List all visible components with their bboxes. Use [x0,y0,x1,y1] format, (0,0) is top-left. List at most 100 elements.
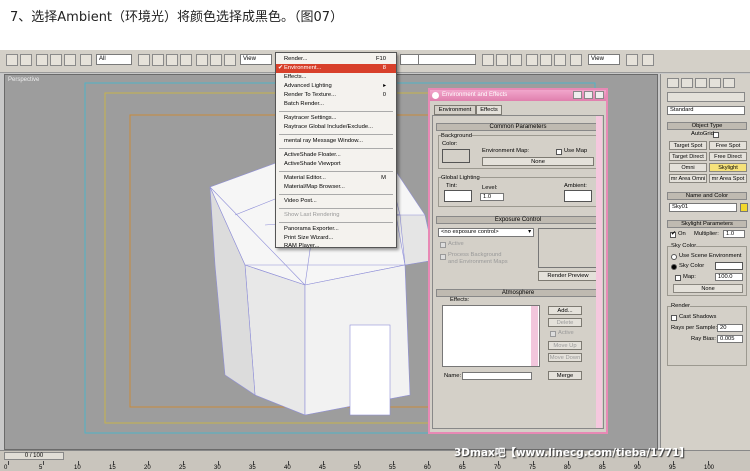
object-color-swatch[interactable] [740,203,748,212]
map-amount-spinner[interactable]: 100.0 [715,273,743,281]
omni-button[interactable]: Omni [669,163,707,172]
render-view-dropdown[interactable]: View [588,54,620,65]
free-spot-button[interactable]: Free Spot [709,141,747,150]
category-dropdown[interactable]: Standard [667,106,745,115]
atmosphere-effects-list[interactable] [442,305,540,367]
mr-area-spot-button[interactable]: mr Area Spot [709,174,747,183]
env-map-button[interactable]: None [482,157,594,166]
select-by-name-icon[interactable] [152,54,164,66]
rollout-atmosphere[interactable]: Atmosphere [436,289,600,297]
use-map-checkbox[interactable] [556,149,562,155]
menu-item-raytrace-include-exclude[interactable]: Raytrace Global Include/Exclude... [276,123,396,132]
menu-item-render-to-texture[interactable]: Render To Texture... 0 [276,91,396,100]
rollout-exposure-control[interactable]: Exposure Control [436,216,600,224]
teapot-render-icon[interactable] [642,54,654,66]
selection-filter-icon[interactable] [80,54,92,66]
selection-filter-dropdown[interactable]: All [96,54,132,65]
render-preview-button[interactable]: Render Preview [538,271,598,281]
mirror-icon[interactable] [482,54,494,66]
target-direct-button[interactable]: Target Direct [669,152,707,161]
bind-space-warp-icon[interactable] [64,54,76,66]
reference-coord-dropdown[interactable]: View [240,54,272,65]
menu-item-environment[interactable]: ✔ Environment... 8 [276,64,396,73]
sky-map-button[interactable]: None [673,284,743,293]
geometry-type-icons[interactable] [667,92,745,102]
display-tab-icon[interactable] [723,78,735,88]
ambient-color-swatch[interactable] [564,190,592,202]
quick-render-icon[interactable] [626,54,638,66]
modify-tab-icon[interactable] [681,78,693,88]
menu-item-material-browser[interactable]: Material/Map Browser... [276,183,396,192]
select-link-icon[interactable] [36,54,48,66]
align-icon[interactable] [496,54,508,66]
schematic-view-icon[interactable] [540,54,552,66]
cast-shadows-checkbox[interactable] [671,315,677,321]
menu-item-batch-render[interactable]: Batch Render... [276,100,396,109]
sky-color-radio[interactable] [671,264,677,270]
effect-name-field[interactable] [462,372,532,380]
select-move-icon[interactable] [196,54,208,66]
effects-label: Effects: [450,297,470,303]
menu-item-advanced-lighting[interactable]: Advanced Lighting ▸ [276,82,396,91]
minimize-icon[interactable] [573,91,582,99]
material-editor-icon[interactable] [554,54,566,66]
close-icon[interactable] [595,91,604,99]
select-scale-icon[interactable] [224,54,236,66]
menu-item-activeshade-viewport[interactable]: ActiveShade Viewport [276,160,396,169]
map-checkbox[interactable] [675,275,681,281]
menu-item-print-size-wizard[interactable]: Print Size Wizard... [276,234,396,243]
redo-icon[interactable] [20,54,32,66]
merge-button[interactable]: Merge [548,371,582,380]
multiplier-spinner[interactable]: 1.0 [723,230,745,238]
sky-color-swatch[interactable] [715,262,743,270]
rollout-name-and-color[interactable]: Name and Color [667,192,747,200]
background-color-swatch[interactable] [442,149,470,163]
select-rotate-icon[interactable] [210,54,222,66]
rect-selection-icon[interactable] [166,54,178,66]
unlink-icon[interactable] [50,54,62,66]
motion-tab-icon[interactable] [709,78,721,88]
on-checkbox[interactable]: ✔ [670,231,676,238]
track-bar[interactable]: 0 5 10 15 20 25 30 35 40 45 50 55 60 65 70 75 80 85 90 95 10… [0,461,750,471]
tab-environment[interactable]: Environment [434,105,476,115]
tab-effects[interactable]: Effects [476,105,502,115]
skylight-button[interactable]: Skylight [709,163,747,172]
curve-editor-icon[interactable] [526,54,538,66]
create-tab-icon[interactable] [667,78,679,88]
named-selection-set-dropdown[interactable] [418,54,476,65]
window-crossing-icon[interactable] [180,54,192,66]
menu-item-video-post[interactable]: Video Post... [276,197,396,206]
rollout-object-type[interactable]: Object Type [667,122,747,130]
ray-bias-spinner[interactable]: 0.005 [717,335,743,343]
object-name-field[interactable]: Sky01 [669,203,737,212]
menu-item-activeshade-floater[interactable]: ActiveShade Floater... [276,151,396,160]
menu-item-panorama-exporter[interactable]: Panorama Exporter... [276,225,396,234]
layer-manager-icon[interactable] [510,54,522,66]
autogrid-checkbox[interactable] [713,132,719,138]
tint-color-swatch[interactable] [444,190,472,202]
exposure-dropdown[interactable]: <no exposure control> ▾ [438,228,534,237]
rollout-skylight-parameters[interactable]: Skylight Parameters [667,220,747,228]
menu-item-effects[interactable]: Effects... [276,73,396,82]
mr-area-omni-button[interactable]: mr Area Omni [669,174,707,183]
free-direct-button[interactable]: Free Direct [709,152,747,161]
target-spot-button[interactable]: Target Spot [669,141,707,150]
effects-list-scrollbar[interactable] [531,306,538,366]
rays-per-sample-spinner[interactable]: 20 [717,324,743,332]
rollout-common-parameters[interactable]: Common Parameters [436,123,600,131]
hierarchy-tab-icon[interactable] [695,78,707,88]
level-spinner[interactable]: 1.0 [480,193,504,201]
undo-icon[interactable] [6,54,18,66]
use-scene-env-radio[interactable] [671,254,677,260]
menu-item-raytracer-settings[interactable]: Raytracer Settings... [276,114,396,123]
command-panel: Standard Object Type AutoGrid Target Spo… [660,74,750,450]
add-effect-button[interactable]: Add... [548,306,582,315]
frame-counter[interactable]: 0 / 100 [4,452,64,460]
menu-item-mental-ray-window[interactable]: mental ray Message Window... [276,137,396,146]
render-setup-icon[interactable] [570,54,582,66]
select-object-icon[interactable] [138,54,150,66]
menu-item-render[interactable]: Render... F10 [276,55,396,64]
dialog-scrollbar[interactable] [596,116,602,428]
maximize-icon[interactable] [584,91,593,99]
menu-item-material-editor[interactable]: Material Editor... M [276,174,396,183]
